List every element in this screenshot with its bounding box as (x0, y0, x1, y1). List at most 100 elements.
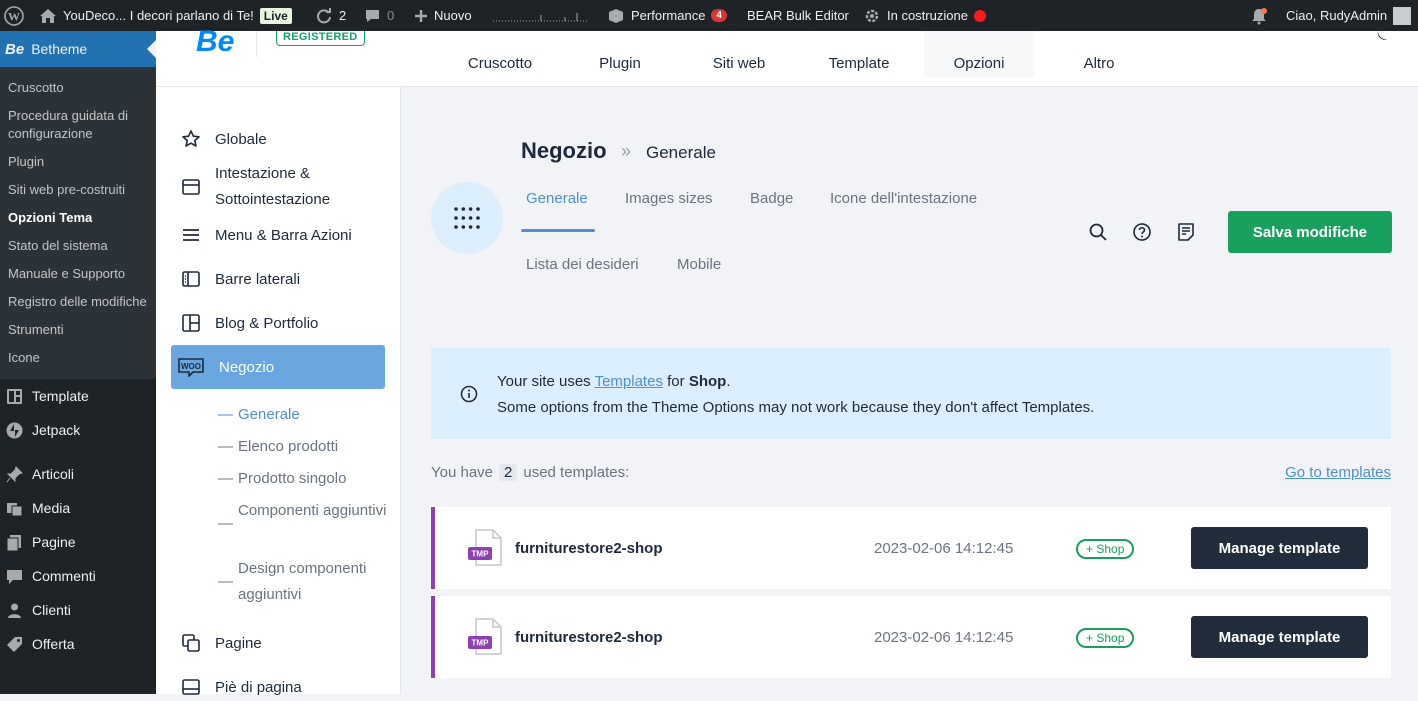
nav-item-intestazione[interactable]: Intestazione & Sottointestazione (171, 161, 385, 213)
section-menu-button[interactable] (431, 182, 503, 254)
nav-tab-siti-web[interactable]: Siti web (684, 31, 794, 77)
notifications-bell-icon[interactable] (1250, 0, 1268, 31)
betheme-logo[interactable]: Be (196, 27, 234, 57)
menu-item-articoli[interactable]: Articoli (0, 457, 156, 491)
notice-bold-text: Shop (688, 373, 727, 390)
menu-item-label: Pagine (32, 534, 76, 550)
submenu-item-setup-wizard[interactable]: Procedura guidata di configurazione (0, 102, 156, 148)
templates-link[interactable]: Templates (595, 373, 663, 390)
help-icon[interactable] (1132, 222, 1152, 242)
gear-icon (865, 9, 879, 22)
submenu-item-changelog[interactable]: Registro delle modifiche (0, 288, 156, 316)
nav-item-negozio[interactable]: WOO Negozio (171, 345, 385, 389)
nav-item-label: Menu & Barra Azioni (215, 226, 352, 244)
used-prefix: You have (431, 464, 494, 481)
nav-item-label: Pagine (215, 634, 262, 652)
woocommerce-icon: WOO (178, 358, 204, 377)
jetpack-icon (6, 422, 23, 438)
tab-lista-desideri[interactable]: Lista dei desideri (526, 256, 639, 273)
betheme-submenu: Cruscotto Procedura guidata di configura… (0, 67, 156, 379)
construction-label: In costruzione (887, 8, 968, 23)
subnav-item-design-componenti[interactable]: — Design componenti aggiuntivi (218, 556, 388, 608)
nav-item-globale[interactable]: Globale (171, 125, 385, 153)
nav-item-barre-laterali[interactable]: Barre laterali (171, 265, 385, 293)
submenu-item-system-status[interactable]: Stato del sistema (0, 232, 156, 260)
comments-link[interactable]: 0 (364, 0, 394, 31)
subnav-item-generale[interactable]: — Generale (218, 402, 388, 428)
bear-bulk-editor-link[interactable]: BEAR Bulk Editor (747, 0, 849, 31)
menu-item-pagine[interactable]: Pagine (0, 525, 156, 559)
subnav-item-label: Componenti aggiuntivi (238, 502, 387, 519)
menu-item-label: Articoli (32, 466, 75, 482)
menu-item-betheme[interactable]: Be Betheme (0, 31, 156, 67)
nav-item-label: Blog & Portfolio (215, 314, 319, 332)
save-changes-button[interactable]: Salva modifiche (1228, 211, 1392, 253)
menu-item-offerta[interactable]: Offerta (0, 627, 156, 661)
performance-count: 4 (711, 9, 727, 22)
nav-tab-plugin[interactable]: Plugin (565, 31, 675, 77)
manage-template-button[interactable]: Manage template (1191, 616, 1368, 658)
media-icon (7, 502, 23, 516)
nav-tab-altro[interactable]: Altro (1044, 31, 1154, 77)
used-templates-summary: You have 2 used templates: (431, 464, 629, 481)
templates-notice: Your site uses Templates for Shop. Some … (431, 348, 1391, 439)
account-greeting: Ciao, RudyAdmin (1286, 8, 1388, 23)
template-tag: + Shop (1076, 628, 1135, 648)
subnav-item-prodotto-singolo[interactable]: — Prodotto singolo (218, 466, 388, 492)
updates-link[interactable]: 2 (315, 0, 346, 31)
menu-item-clienti[interactable]: Clienti (0, 593, 156, 627)
go-to-templates-link[interactable]: Go to templates (1285, 464, 1391, 481)
subnav-dash: — (218, 515, 233, 532)
tab-generale[interactable]: Generale (526, 190, 588, 207)
site-name: YouDeco... I decori parlano di Te! (63, 8, 254, 23)
menu-item-template[interactable]: Template (0, 379, 156, 413)
header-divider (256, 31, 257, 57)
tab-images-sizes[interactable]: Images sizes (625, 190, 713, 207)
nav-item-label: Barre laterali (215, 270, 301, 288)
submenu-item-icons[interactable]: Icone (0, 344, 156, 372)
tab-mobile[interactable]: Mobile (677, 256, 721, 273)
template-file-icon: TMP (468, 529, 502, 566)
submenu-item-tools[interactable]: Strumenti (0, 316, 156, 344)
construction-link[interactable]: In costruzione (863, 0, 986, 31)
refresh-icon (317, 7, 331, 23)
nav-tab-opzioni[interactable]: Opzioni (924, 31, 1034, 77)
tab-badge[interactable]: Badge (750, 190, 793, 207)
nav-item-pagine[interactable]: Pagine (171, 629, 385, 657)
nav-tab-cruscotto[interactable]: Cruscotto (445, 31, 555, 77)
template-date: 2023-02-06 14:12:45 (874, 629, 1014, 646)
template-file-icon: TMP (468, 618, 502, 655)
wordpress-logo-icon[interactable]: W (4, 0, 24, 31)
manage-template-button[interactable]: Manage template (1191, 527, 1368, 569)
site-name-link[interactable]: YouDeco... I decori parlano di Te! Live (39, 0, 292, 31)
tab-icone-intestazione[interactable]: Icone dell'intestazione (830, 190, 977, 207)
menu-item-jetpack[interactable]: Jetpack (0, 413, 156, 447)
my-account-link[interactable]: Ciao, RudyAdmin (1286, 0, 1412, 31)
submenu-item-prebuilt-sites[interactable]: Siti web pre-costruiti (0, 176, 156, 204)
nav-item-blog-portfolio[interactable]: Blog & Portfolio (171, 309, 385, 337)
menu-item-commenti[interactable]: Commenti (0, 559, 156, 593)
submenu-item-manual-support[interactable]: Manuale e Supporto (0, 260, 156, 288)
template-row: TMP furniturestore2-shop 2023-02-06 14:1… (431, 507, 1391, 589)
comment-icon (7, 569, 22, 584)
changelog-notes-icon[interactable] (1176, 222, 1196, 242)
nav-tab-template[interactable]: Template (804, 31, 914, 77)
menu-item-media[interactable]: Media (0, 491, 156, 525)
subnav-item-label: Design componenti aggiuntivi (238, 560, 367, 603)
nav-item-label: Globale (215, 130, 267, 148)
subnav-item-elenco-prodotti[interactable]: — Elenco prodotti (218, 434, 388, 460)
subnav-item-componenti-aggiuntivi[interactable]: — Componenti aggiuntivi (218, 498, 388, 537)
submenu-item-theme-options[interactable]: Opzioni Tema (0, 204, 156, 232)
subnav-dash: — (218, 470, 233, 487)
new-content-link[interactable]: Nuovo (414, 0, 472, 31)
performance-link[interactable]: Performance 4 (607, 0, 727, 31)
search-icon[interactable] (1088, 222, 1108, 242)
dark-mode-moon-icon[interactable] (1372, 31, 1388, 45)
submenu-item-cruscotto[interactable]: Cruscotto (0, 74, 156, 102)
nav-item-menu[interactable]: Menu & Barra Azioni (171, 221, 385, 249)
menu-item-label: Betheme (31, 41, 88, 57)
nav-item-pie-di-pagina[interactable]: Piè di pagina (171, 673, 385, 701)
submenu-item-plugin[interactable]: Plugin (0, 148, 156, 176)
sidebar-layout-icon (182, 271, 200, 287)
template-name: furniturestore2-shop (515, 629, 663, 646)
